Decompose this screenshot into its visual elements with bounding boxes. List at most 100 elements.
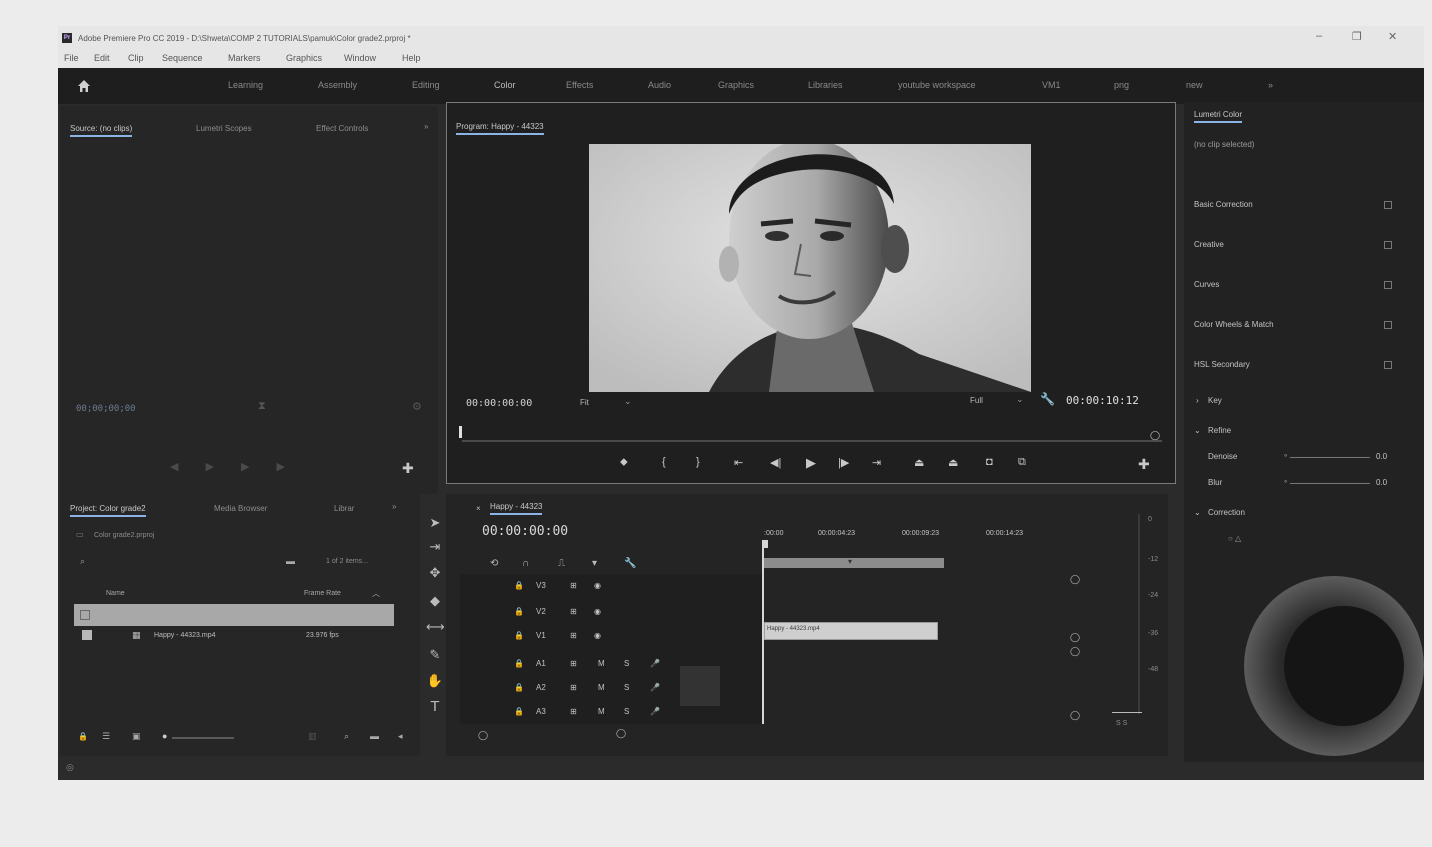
program-timecode[interactable]: 00:00:00:00: [466, 398, 532, 409]
vertical-scroll-handle-icon[interactable]: ◯: [1070, 646, 1080, 657]
lock-icon[interactable]: 🔒: [514, 631, 524, 640]
tab-source[interactable]: Source: (no clips): [70, 124, 133, 137]
denoise-slider[interactable]: [1290, 457, 1370, 458]
maximize-button[interactable]: ❐: [1352, 30, 1362, 43]
tab-lumetri-color[interactable]: Lumetri Color: [1194, 110, 1243, 123]
lumetri-section-curves[interactable]: Curves: [1194, 280, 1219, 289]
workspace-more-icon[interactable]: »: [1268, 80, 1273, 90]
track-v3[interactable]: 🔒 V3 ⊞ ◉: [498, 578, 762, 600]
track-v2[interactable]: 🔒 V2 ⊞ ◉: [498, 604, 762, 626]
work-area-bar[interactable]: [764, 558, 944, 568]
microphone-icon[interactable]: 🎤: [650, 707, 660, 716]
workspace-vm1[interactable]: VM1: [1042, 80, 1061, 90]
close-button[interactable]: ✕: [1388, 30, 1397, 43]
column-name-header[interactable]: Name: [106, 590, 125, 597]
timeline-playhead-handle[interactable]: [762, 540, 768, 548]
program-add-button-icon[interactable]: ✚: [1138, 456, 1150, 473]
step-back-icon[interactable]: ◀|: [770, 456, 781, 469]
program-zoom-icon[interactable]: ◯: [1150, 430, 1160, 441]
wheel-mode-icon[interactable]: ○ △: [1228, 534, 1241, 543]
project-expand-icon[interactable]: »: [392, 502, 396, 511]
tab-program-monitor[interactable]: Program: Happy - 44323: [456, 122, 544, 135]
panel-expand-icon[interactable]: »: [424, 122, 428, 131]
lock-icon[interactable]: 🔒: [514, 707, 524, 716]
track-a2[interactable]: 🔒 A2 ⊞ M S 🎤: [498, 680, 762, 702]
tab-libraries[interactable]: Librar: [334, 504, 354, 513]
timeline-timecode[interactable]: 00:00:00:00: [482, 524, 568, 539]
type-tool-icon[interactable]: T: [426, 698, 444, 716]
workspace-youtube[interactable]: youtube workspace: [898, 80, 976, 90]
quality-dropdown[interactable]: Full: [970, 396, 983, 405]
key-chevron-right-icon[interactable]: ›: [1196, 396, 1199, 405]
menu-file[interactable]: File: [64, 53, 79, 63]
zoom-slider-handle[interactable]: ●: [162, 731, 167, 741]
sync-icon[interactable]: ⊞: [570, 631, 577, 640]
color-wheel-icon[interactable]: [1224, 566, 1424, 756]
horizontal-scroll-handle-icon[interactable]: ◯: [478, 730, 488, 741]
source-settings-icon[interactable]: ⚙: [412, 400, 422, 413]
sync-icon[interactable]: ⊞: [570, 581, 577, 590]
list-view-icon[interactable]: ☰: [102, 731, 110, 742]
home-icon[interactable]: [76, 78, 92, 94]
correction-chevron-down-icon[interactable]: ⌄: [1194, 508, 1201, 517]
lock-icon[interactable]: 🔒: [514, 659, 524, 668]
lock-icon[interactable]: 🔒: [514, 607, 524, 616]
sync-icon[interactable]: ⊞: [570, 659, 577, 668]
eye-icon[interactable]: ◉: [594, 631, 601, 640]
horizontal-scroll-handle-icon[interactable]: ◯: [616, 728, 626, 739]
slip-tool-icon[interactable]: ⟷: [426, 618, 445, 636]
workspace-color[interactable]: Color: [494, 80, 516, 90]
menu-help[interactable]: Help: [402, 53, 421, 63]
menu-graphics[interactable]: Graphics: [286, 53, 322, 63]
play-icon[interactable]: ▶: [806, 455, 816, 471]
menu-edit[interactable]: Edit: [94, 53, 110, 63]
section-checkbox[interactable]: [1384, 201, 1392, 209]
denoise-slider-handle[interactable]: ◦: [1284, 450, 1287, 460]
tab-lumetri-scopes[interactable]: Lumetri Scopes: [196, 124, 252, 133]
fit-chevron-down-icon[interactable]: ⌄: [624, 396, 632, 407]
program-scrub-bar[interactable]: [462, 440, 1162, 442]
quality-chevron-down-icon[interactable]: ⌄: [1016, 394, 1024, 405]
lumetri-subsection-correction[interactable]: Correction: [1208, 508, 1245, 517]
blur-slider-handle[interactable]: ◦: [1284, 476, 1287, 486]
extract-icon[interactable]: ⏏: [948, 456, 958, 469]
marker-diamond-icon[interactable]: ▾: [592, 558, 597, 569]
section-checkbox[interactable]: [1384, 321, 1392, 329]
new-bin-folder-icon[interactable]: ▬: [286, 556, 295, 566]
workspace-new[interactable]: new: [1186, 80, 1203, 90]
fit-dropdown[interactable]: Fit: [580, 398, 589, 407]
lock-icon[interactable]: 🔒: [514, 683, 524, 692]
step-forward-icon[interactable]: |▶: [838, 456, 849, 469]
vertical-scroll-handle-icon[interactable]: ◯: [1070, 574, 1080, 585]
section-checkbox[interactable]: [1384, 241, 1392, 249]
mark-in-icon[interactable]: {: [662, 456, 666, 468]
workspace-graphics[interactable]: Graphics: [718, 80, 754, 90]
workspace-effects[interactable]: Effects: [566, 80, 593, 90]
column-frame-rate-header[interactable]: Frame Rate: [304, 590, 341, 597]
track-v1[interactable]: 🔒 V1 ⊞ ◉: [498, 628, 762, 650]
tab-timeline-sequence[interactable]: Happy - 44323: [490, 502, 543, 515]
lumetri-section-basic-correction[interactable]: Basic Correction: [1194, 200, 1253, 209]
eye-icon[interactable]: ◉: [594, 607, 601, 616]
pen-tool-icon[interactable]: ✎: [426, 646, 444, 664]
menu-clip[interactable]: Clip: [128, 53, 144, 63]
denoise-value[interactable]: 0.0: [1376, 452, 1387, 461]
vertical-scroll-handle-icon[interactable]: ◯: [1070, 710, 1080, 721]
lift-icon[interactable]: ⏏: [914, 456, 924, 469]
mark-out-icon[interactable]: }: [696, 456, 700, 468]
zoom-slider[interactable]: [172, 737, 234, 739]
lumetri-subsection-refine[interactable]: Refine: [1208, 426, 1231, 435]
eye-icon[interactable]: ◉: [594, 581, 601, 590]
go-to-out-icon[interactable]: ⇥: [872, 456, 881, 469]
tab-media-browser[interactable]: Media Browser: [214, 504, 267, 513]
go-to-in-icon[interactable]: ⇤: [734, 456, 743, 469]
solo-icon[interactable]: S: [624, 683, 629, 692]
export-frame-camera-icon[interactable]: ◘: [986, 456, 993, 468]
microphone-icon[interactable]: 🎤: [650, 659, 660, 668]
mute-icon[interactable]: M: [598, 659, 605, 668]
search-icon[interactable]: ⌕: [80, 556, 85, 567]
automate-icon[interactable]: ▥: [308, 731, 317, 742]
timeline-wrench-icon[interactable]: 🔧: [624, 558, 636, 569]
sync-icon[interactable]: ⊞: [570, 607, 577, 616]
workspace-libraries[interactable]: Libraries: [808, 80, 843, 90]
